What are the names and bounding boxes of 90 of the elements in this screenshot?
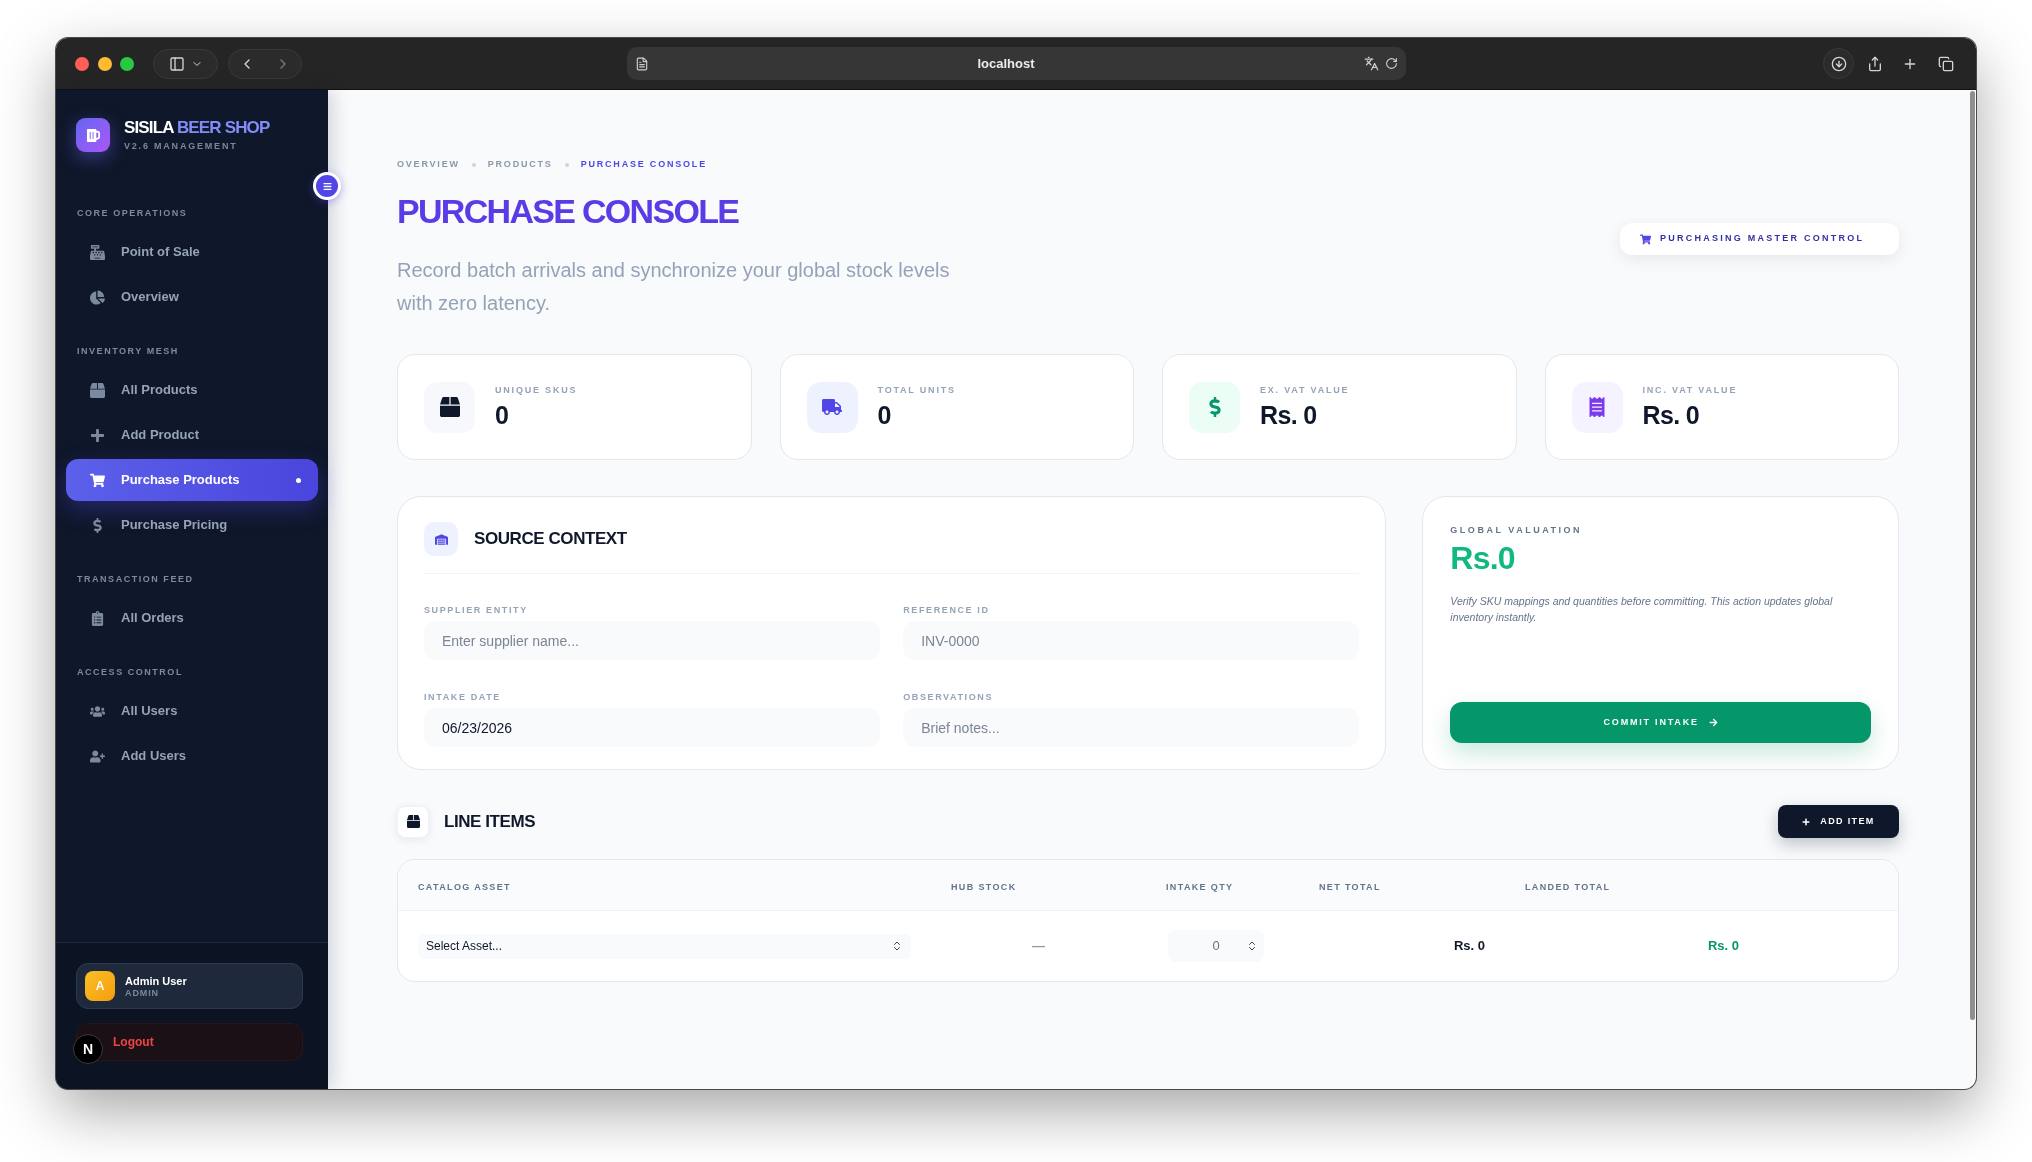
column-header: INTAKE QTY	[1166, 882, 1234, 892]
user-avatar: A	[85, 971, 115, 1001]
spinner-icon[interactable]	[1246, 940, 1258, 952]
section-label: TRANSACTION FEED	[76, 574, 195, 585]
brand-name: SISILA BEER SHOP	[124, 118, 270, 138]
warehouse-icon	[424, 522, 458, 556]
hub-stock-cell-text: —	[1032, 937, 1045, 956]
cash-register-icon	[89, 244, 105, 260]
user-plus-icon	[89, 748, 105, 764]
beer-mug-icon	[76, 118, 110, 152]
notes-input[interactable]: Brief notes...	[903, 708, 1360, 747]
translate-icon[interactable]	[1363, 56, 1379, 71]
page-title: PURCHASE CONSOLE	[397, 191, 740, 231]
field-label: OBSERVATIONS	[903, 692, 995, 703]
breadcrumb-item[interactable]: PURCHASE CONSOLE	[580, 159, 707, 170]
truck-icon	[806, 381, 858, 433]
valuation-note: Verify SKU mappings and quantities before committing. This action updates global inventory instantly.	[1450, 594, 1834, 625]
address-bar[interactable]: localhost	[626, 47, 1406, 80]
page-subtitle: Record batch arrivals and synchronize your global stock levels with zero latency.	[397, 258, 951, 316]
column-header: LANDED TOTAL	[1525, 882, 1611, 892]
scrollbar-thumb[interactable]	[1970, 91, 1975, 1020]
section-title: LINE ITEMS	[444, 810, 536, 833]
cart-icon	[1640, 233, 1651, 245]
tabs-overview-icon[interactable]	[1938, 55, 1954, 72]
field-label: REFERENCE ID	[903, 605, 991, 616]
valuation-value: Rs.0	[1450, 540, 1516, 576]
maximize-window-icon[interactable]	[120, 56, 134, 71]
column-header: NET TOTAL	[1319, 882, 1381, 892]
sidebar-item[interactable]: Add Product	[66, 414, 318, 456]
section-label: ACCESS CONTROL	[76, 667, 184, 678]
sidebar-item[interactable]: Purchase Products	[66, 459, 318, 501]
valuation-label: GLOBAL VALUATION	[1450, 525, 1584, 536]
section-title: SOURCE CONTEXT	[474, 528, 627, 551]
add-item-button[interactable]: ADD ITEM	[1778, 805, 1899, 838]
share-icon[interactable]	[1867, 55, 1883, 72]
badge-text: PURCHASING MASTER CONTROL	[1660, 232, 1865, 246]
minimize-window-icon[interactable]	[98, 56, 112, 71]
download-icon[interactable]	[1823, 48, 1854, 79]
column-header: CATALOG ASSET	[418, 882, 511, 892]
page-icon[interactable]	[634, 56, 649, 71]
supplier-input[interactable]: Enter supplier name...	[424, 621, 881, 660]
stat-label: TOTAL UNITS	[877, 384, 956, 396]
box-icon	[397, 805, 429, 838]
collapse-sidebar-button[interactable]	[313, 172, 341, 200]
box-icon	[89, 382, 105, 398]
date-input[interactable]: 06/23/2026	[424, 708, 881, 747]
net-total-cell-text: Rs. 0	[1453, 937, 1485, 956]
reload-icon[interactable]	[1384, 57, 1398, 70]
dollar-sign-icon	[1189, 381, 1240, 433]
sidebar-toggle-icon[interactable]	[168, 55, 185, 72]
stat-value: Rs. 0	[1642, 399, 1701, 430]
asset-select[interactable]: Select Asset...	[418, 933, 911, 959]
qty-input[interactable]: 0	[1168, 930, 1264, 962]
receipt-icon	[1571, 381, 1623, 433]
close-window-icon[interactable]	[75, 56, 89, 71]
sidebar-item[interactable]: Purchase Pricing	[66, 504, 318, 546]
arrow-right-icon	[1708, 718, 1718, 727]
stat-label: EX. VAT VALUE	[1260, 384, 1350, 396]
sidebar-item[interactable]: All Users	[66, 690, 318, 732]
brand-version: V2.6 MANAGEMENT	[124, 141, 239, 152]
chevrons-up-down-icon	[891, 940, 903, 952]
url-text: localhost	[977, 54, 1035, 73]
section-label: CORE OPERATIONS	[76, 208, 189, 219]
column-header: HUB STOCK	[951, 882, 1017, 892]
sidebar-item[interactable]: Add Users	[66, 735, 318, 777]
sidebar-item[interactable]: All Orders	[66, 597, 318, 639]
commit-intake-button[interactable]: COMMIT INTAKE	[1450, 702, 1871, 743]
plus-icon	[1802, 817, 1811, 826]
users-icon	[89, 703, 105, 719]
menu-icon	[322, 181, 332, 191]
clipboard-list-icon	[89, 610, 105, 626]
stat-label: UNIQUE SKUS	[495, 384, 578, 396]
stat-label: INC. VAT VALUE	[1642, 384, 1738, 396]
user-name: Admin User	[125, 973, 187, 988]
box-icon	[424, 381, 475, 433]
landed-total-cell-text: Rs. 0	[1707, 937, 1739, 956]
cart-icon	[89, 472, 105, 488]
field-label: INTAKE DATE	[424, 692, 502, 703]
stat-value: 0	[877, 399, 892, 430]
sidebar-item[interactable]: Overview	[66, 276, 318, 318]
plus-icon	[89, 427, 105, 443]
reference-input[interactable]: INV-0000	[903, 621, 1360, 660]
stat-value: Rs. 0	[1260, 399, 1318, 430]
field-label: SUPPLIER ENTITY	[424, 605, 529, 616]
stat-value: 0	[495, 399, 510, 430]
sidebar-item[interactable]: All Products	[66, 369, 318, 411]
user-role: ADMIN	[125, 987, 160, 999]
pie-chart-icon	[89, 289, 105, 305]
section-label: INVENTORY MESH	[76, 346, 180, 357]
sidebar-item[interactable]: Point of Sale	[66, 231, 318, 273]
